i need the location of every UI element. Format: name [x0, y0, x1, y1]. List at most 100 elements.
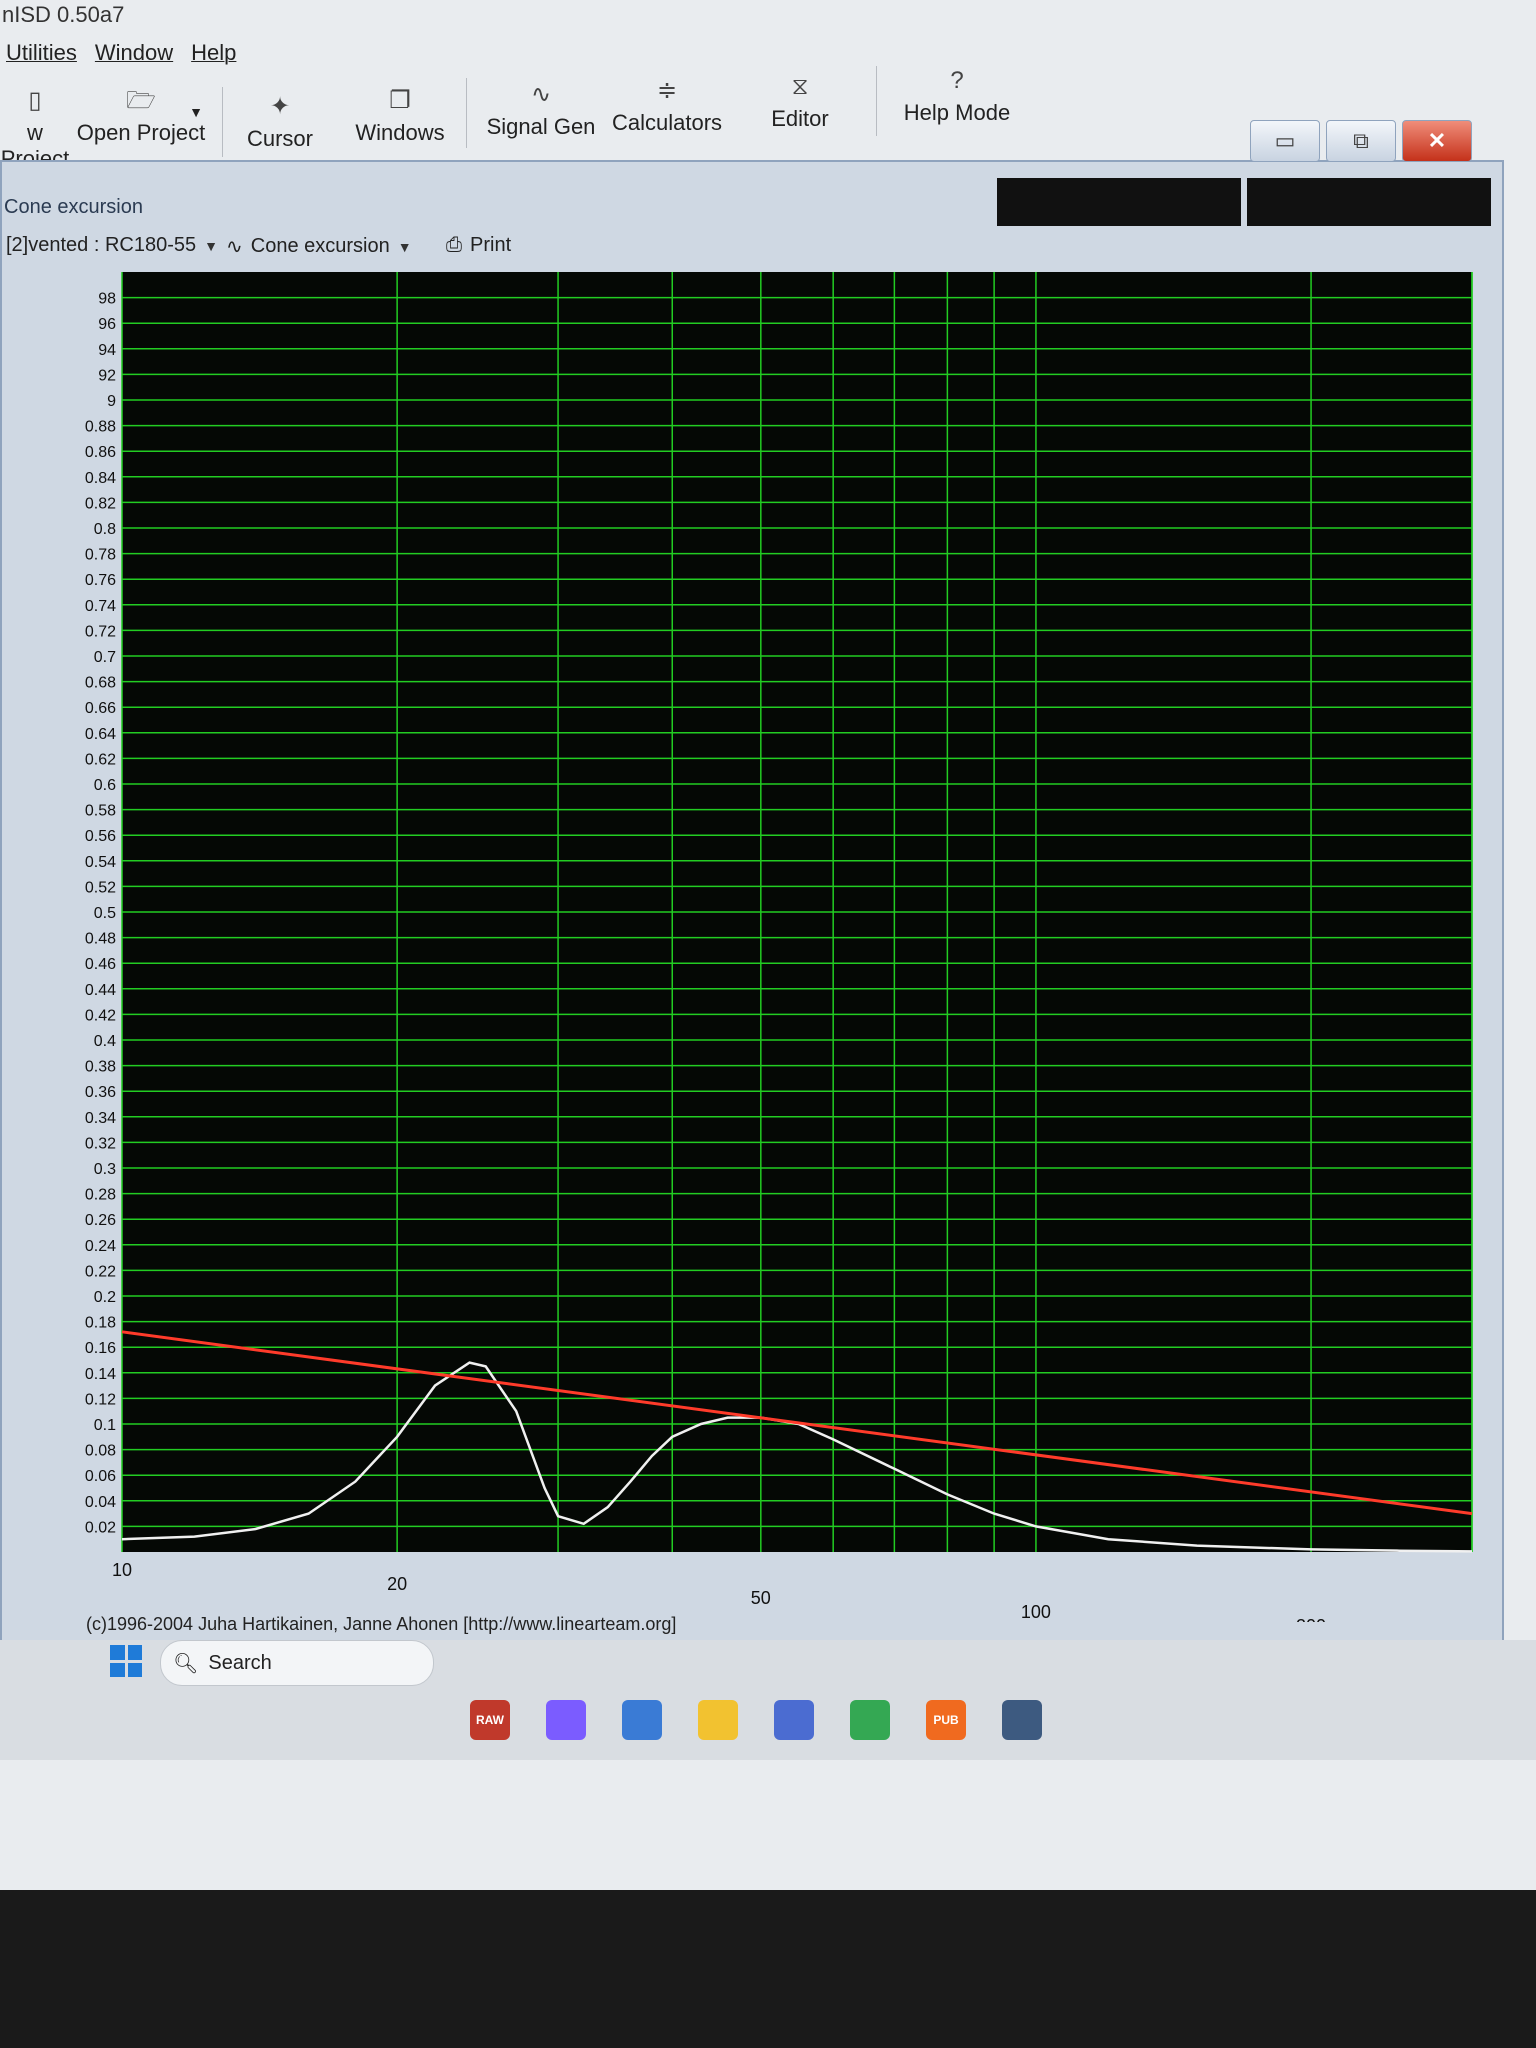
new-project-icon: ▯: [28, 87, 42, 114]
y-tick-label: 0.82: [85, 495, 116, 512]
windows-logo-icon: [110, 1645, 125, 1660]
y-tick-label: 0.28: [85, 1187, 116, 1204]
taskbar-search[interactable]: 🔍︎ Search: [160, 1640, 434, 1686]
y-tick-label: 0.18: [85, 1315, 116, 1332]
y-tick-label: 0.1: [94, 1417, 116, 1434]
y-tick-label: 0.44: [85, 982, 116, 999]
printer-icon: ⎙: [446, 234, 462, 256]
signal-wave-icon: ∿: [226, 236, 243, 258]
windows-button[interactable]: ❐ Windows: [350, 82, 450, 146]
signal-gen-button[interactable]: ∿ Signal Gen: [486, 76, 596, 140]
y-tick-label: 0.22: [85, 1263, 116, 1280]
y-tick-label: 0.4: [94, 1033, 116, 1050]
monitor-bezel: [0, 1890, 1536, 2048]
x-tick-label: 10: [112, 1560, 132, 1580]
y-tick-label: 0.74: [85, 598, 116, 615]
raw-app-icon[interactable]: RAW: [470, 1700, 510, 1740]
y-tick-label: 98: [98, 291, 116, 308]
y-tick-label: 0.26: [85, 1212, 116, 1229]
y-tick-label: 0.64: [85, 726, 116, 743]
minimize-button[interactable]: ▭: [1250, 120, 1320, 162]
y-tick-label: 0.14: [85, 1366, 116, 1383]
y-tick-label: 0.08: [85, 1443, 116, 1460]
window-controls: ▭ ⧉ ✕: [1250, 120, 1472, 162]
maximize-icon: ⧉: [1353, 128, 1369, 153]
copilot-icon[interactable]: [546, 1700, 586, 1740]
screen: nISD 0.50a7 Utilities Window Help ▯ w Pr…: [0, 0, 1536, 1890]
chevron-down-icon: ▼: [189, 104, 203, 120]
y-tick-label: 9: [107, 393, 116, 410]
toolbar-separator: [222, 87, 223, 157]
y-tick-label: 0.34: [85, 1110, 116, 1127]
open-project-dropdown[interactable]: ▼: [186, 104, 206, 120]
close-button[interactable]: ✕: [1402, 120, 1472, 162]
x-tick-label: 200: [1296, 1616, 1326, 1622]
minimize-icon: ▭: [1274, 128, 1296, 153]
readout-box: [1247, 178, 1491, 226]
chevron-down-icon: ▼: [204, 237, 218, 254]
app-title: nISD 0.50a7: [2, 2, 125, 27]
y-tick-label: 0.04: [85, 1494, 116, 1511]
editor-icon: ⧖: [791, 73, 809, 100]
menu-utilities[interactable]: Utilities: [6, 40, 77, 80]
close-icon: ✕: [1427, 128, 1447, 153]
window-title: Cone excursion: [4, 196, 143, 218]
y-tick-label: 0.56: [85, 828, 116, 845]
window-title-readouts: [997, 178, 1491, 226]
chart-svg: 0.02 0.04 0.06 0.08 0.1 0.12 0.14 0.16 0.18 0.2 0.…: [85, 272, 1473, 1636]
cone-excursion-chart[interactable]: 0.02 0.04 0.06 0.08 0.1 0.12 0.14 0.16 0.18 0.2 0.…: [2, 262, 1482, 1636]
y-tick-label: 0.76: [85, 572, 116, 589]
y-tick-label: 0.16: [85, 1340, 116, 1357]
y-tick-label: 0.58: [85, 803, 116, 820]
y-tick-label: 0.48: [85, 931, 116, 948]
menu-window[interactable]: Window: [95, 40, 173, 80]
cone-excursion-window: ▭ ⧉ ✕ Cone excursion [2]vented : RC180-5…: [0, 120, 1504, 1724]
pub-app-icon[interactable]: PUB: [926, 1700, 966, 1740]
y-tick-label: 0.72: [85, 623, 116, 640]
y-tick-label: 0.84: [85, 470, 116, 487]
help-mode-button[interactable]: ? Help Mode: [892, 62, 1022, 126]
menu-help[interactable]: Help: [191, 40, 236, 80]
y-tick-label: 0.46: [85, 956, 116, 973]
y-tick-label: 0.52: [85, 879, 116, 896]
graph-type-select[interactable]: ∿ Cone excursion ▼: [226, 234, 412, 259]
y-tick-label: 96: [98, 316, 116, 333]
windows-icon: ❐: [389, 87, 411, 114]
cursor-button[interactable]: ✦ Cursor: [240, 88, 320, 152]
y-tick-label: 0.42: [85, 1007, 116, 1024]
y-tick-label: 0.8: [94, 521, 116, 538]
y-tick-label: 0.7: [94, 649, 116, 666]
print-button[interactable]: ⎙ Print: [446, 234, 511, 257]
y-tick-label: 92: [98, 367, 116, 384]
y-tick-label: 0.62: [85, 751, 116, 768]
toolbar: ▯ w Project 🗁 Open Project ▼ ✦ Cursor ❐ …: [0, 66, 1100, 171]
winisd-icon[interactable]: [1002, 1700, 1042, 1740]
store-icon[interactable]: [622, 1700, 662, 1740]
y-tick-label: 0.2: [94, 1289, 116, 1306]
file-explorer-icon[interactable]: [698, 1700, 738, 1740]
chevron-down-icon: ▼: [397, 238, 412, 255]
y-tick-label: 0.78: [85, 547, 116, 564]
y-tick-label: 0.32: [85, 1135, 116, 1152]
toolbar-separator: [876, 66, 877, 136]
editor-button[interactable]: ⧖ Editor: [760, 68, 840, 132]
y-tick-label: 0.38: [85, 1059, 116, 1076]
project-select[interactable]: [2]vented : RC180-55 ▼: [6, 234, 218, 257]
calculators-button[interactable]: ≑ Calculators: [612, 72, 722, 136]
new-project-button[interactable]: ▯ w Project: [0, 82, 70, 172]
search-icon: 🔍︎: [173, 1652, 199, 1675]
question-icon: ?: [950, 67, 964, 94]
y-tick-label: 0.6: [94, 777, 116, 794]
chrome-icon[interactable]: [850, 1700, 890, 1740]
y-tick-label: 0.54: [85, 854, 116, 871]
y-tick-label: 94: [98, 342, 116, 359]
maximize-button[interactable]: ⧉: [1326, 120, 1396, 162]
y-tick-label: 0.24: [85, 1238, 116, 1255]
settings-sun-icon[interactable]: [774, 1700, 814, 1740]
start-button[interactable]: [110, 1645, 142, 1677]
y-tick-label: 0.5: [94, 905, 116, 922]
y-tick-label: 0.88: [85, 419, 116, 436]
x-tick-label: 20: [387, 1574, 407, 1594]
y-tick-label: 0.66: [85, 700, 116, 717]
y-tick-label: 0.68: [85, 675, 116, 692]
